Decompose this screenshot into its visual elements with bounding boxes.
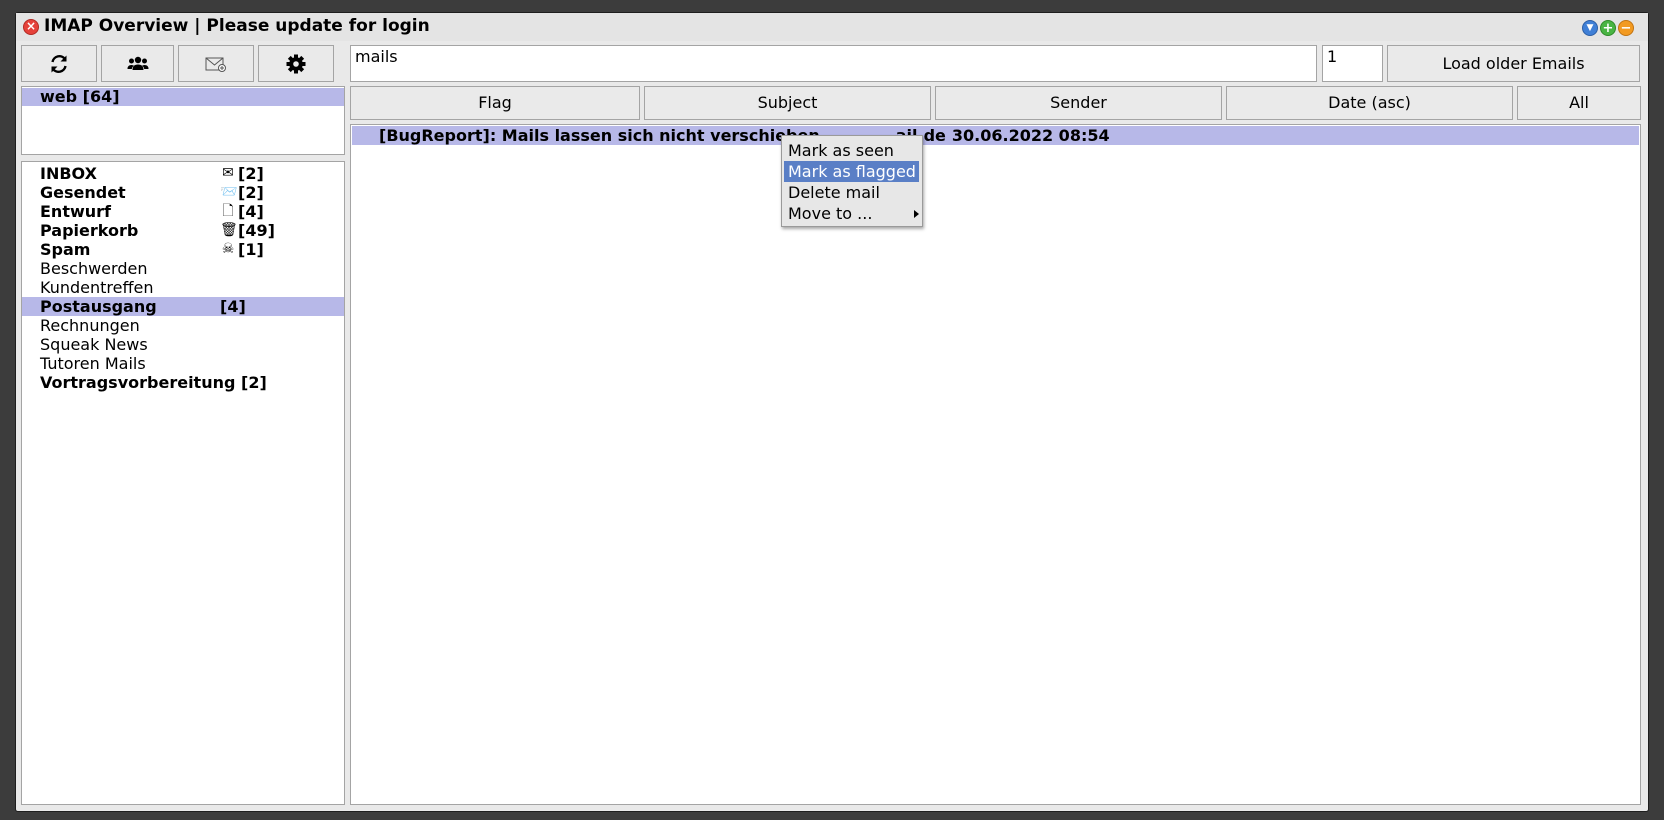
menu-item-mark-flagged[interactable]: Mark as flagged (784, 161, 919, 182)
imap-window: × IMAP Overview | Please update for logi… (15, 12, 1649, 812)
folder-item[interactable]: Rechnungen (22, 316, 344, 335)
sort-flag-button[interactable]: Flag (350, 86, 640, 120)
folder-name: Entwurf (40, 202, 111, 221)
folder-item[interactable]: Spam ☠ [1] (22, 240, 344, 259)
folder-count-text: [4] (220, 297, 246, 316)
folder-name: Postausgang (40, 297, 157, 316)
load-older-emails-button[interactable]: Load older Emails (1387, 45, 1640, 82)
folder-item[interactable]: Papierkorb 🗑 [49] (22, 221, 344, 240)
expand-window-icon[interactable]: + (1600, 20, 1616, 36)
title-bar[interactable]: × IMAP Overview | Please update for logi… (16, 13, 1648, 41)
folder-item[interactable]: INBOX ✉ [2] (22, 164, 344, 183)
folder-unread-count: 🗋 [4] (220, 202, 264, 221)
mail-count-field[interactable]: 1 (1322, 45, 1383, 82)
close-window-icon[interactable]: × (23, 19, 39, 35)
account-list: web [64] (21, 86, 345, 155)
menu-item-delete-mail[interactable]: Delete mail (784, 182, 919, 203)
refresh-icon (51, 54, 67, 73)
folder-item[interactable]: Gesendet 📨 [2] (22, 183, 344, 202)
folder-name: Papierkorb (40, 221, 139, 240)
menu-item-mark-seen[interactable]: Mark as seen (784, 140, 919, 161)
folder-icon: 🗋 (222, 203, 234, 219)
folder-item[interactable]: Entwurf 🗋 [4] (22, 202, 344, 221)
folder-unread-count: 📨 [2] (220, 183, 264, 202)
folder-name: Squeak News (40, 335, 148, 354)
minimize-window-icon[interactable]: − (1618, 20, 1634, 36)
window-title: IMAP Overview | Please update for login (44, 16, 430, 36)
mail-date: 30.06.2022 08:54 (951, 126, 1110, 145)
folder-list: INBOX ✉ [2] Gesendet 📨 [2] Entwurf 🗋 [4] Papierko… (21, 161, 345, 805)
new-mail-button[interactable] (178, 45, 254, 82)
folder-unread-count: [4] (220, 297, 246, 316)
folder-item[interactable]: Squeak News (22, 335, 344, 354)
folder-unread-count: 🗑 [49] (220, 221, 275, 240)
folder-item[interactable]: Kundentreffen (22, 278, 344, 297)
folder-unread-count: ☠ [1] (220, 240, 264, 259)
show-all-button[interactable]: All (1517, 86, 1641, 120)
folder-icon: 🗑 (220, 222, 238, 238)
sort-date-button[interactable]: Date (asc) (1226, 86, 1513, 120)
account-item-web[interactable]: web [64] (22, 88, 344, 106)
folder-name: Vortragsvorbereitung [2] (40, 373, 267, 392)
submenu-arrow-icon (914, 210, 919, 218)
users-icon (127, 56, 148, 70)
search-input[interactable]: mails (350, 45, 1317, 82)
folder-name: Beschwerden (40, 259, 148, 278)
folder-name: INBOX (40, 164, 97, 183)
folder-icon: 📨 (220, 184, 238, 200)
folder-count-text: [49] (238, 221, 275, 240)
sort-sender-button[interactable]: Sender (935, 86, 1222, 120)
sort-subject-button[interactable]: Subject (644, 86, 931, 120)
folder-count-text: [2] (238, 164, 264, 183)
new-mail-icon (205, 57, 226, 72)
mail-list: [BugReport]: Mails lassen sich nicht ver… (350, 124, 1641, 805)
folder-count-text: [1] (238, 240, 264, 259)
settings-button[interactable] (258, 45, 334, 82)
folder-item[interactable]: Tutoren Mails (22, 354, 344, 373)
folder-icon: ☠ (221, 241, 235, 257)
folder-count-text: [2] (238, 183, 264, 202)
folder-name: Rechnungen (40, 316, 140, 335)
context-menu: Mark as seen Mark as flagged Delete mail… (781, 135, 923, 227)
folder-name: Tutoren Mails (40, 354, 146, 373)
folder-name: Gesendet (40, 183, 126, 202)
folder-item[interactable]: Postausgang [4] (22, 297, 344, 316)
gear-icon (286, 54, 306, 73)
accounts-button[interactable] (101, 45, 174, 82)
folder-unread-count: ✉ [2] (220, 164, 264, 183)
mail-subject: [BugReport]: Mails lassen sich nicht ver… (379, 126, 820, 145)
folder-icon: ✉ (222, 165, 234, 181)
folder-name: Kundentreffen (40, 278, 154, 297)
folder-count-text: [4] (238, 202, 264, 221)
folder-item[interactable]: Vortragsvorbereitung [2] (22, 373, 344, 392)
menu-item-move-to-label: Move to ... (788, 204, 873, 223)
folder-name: Spam (40, 240, 91, 259)
menu-item-move-to[interactable]: Move to ... (784, 203, 919, 224)
refresh-button[interactable] (21, 45, 97, 82)
collapse-window-icon[interactable]: ▼ (1582, 20, 1598, 36)
mail-row[interactable]: [BugReport]: Mails lassen sich nicht ver… (352, 126, 1639, 145)
folder-item[interactable]: Beschwerden (22, 259, 344, 278)
